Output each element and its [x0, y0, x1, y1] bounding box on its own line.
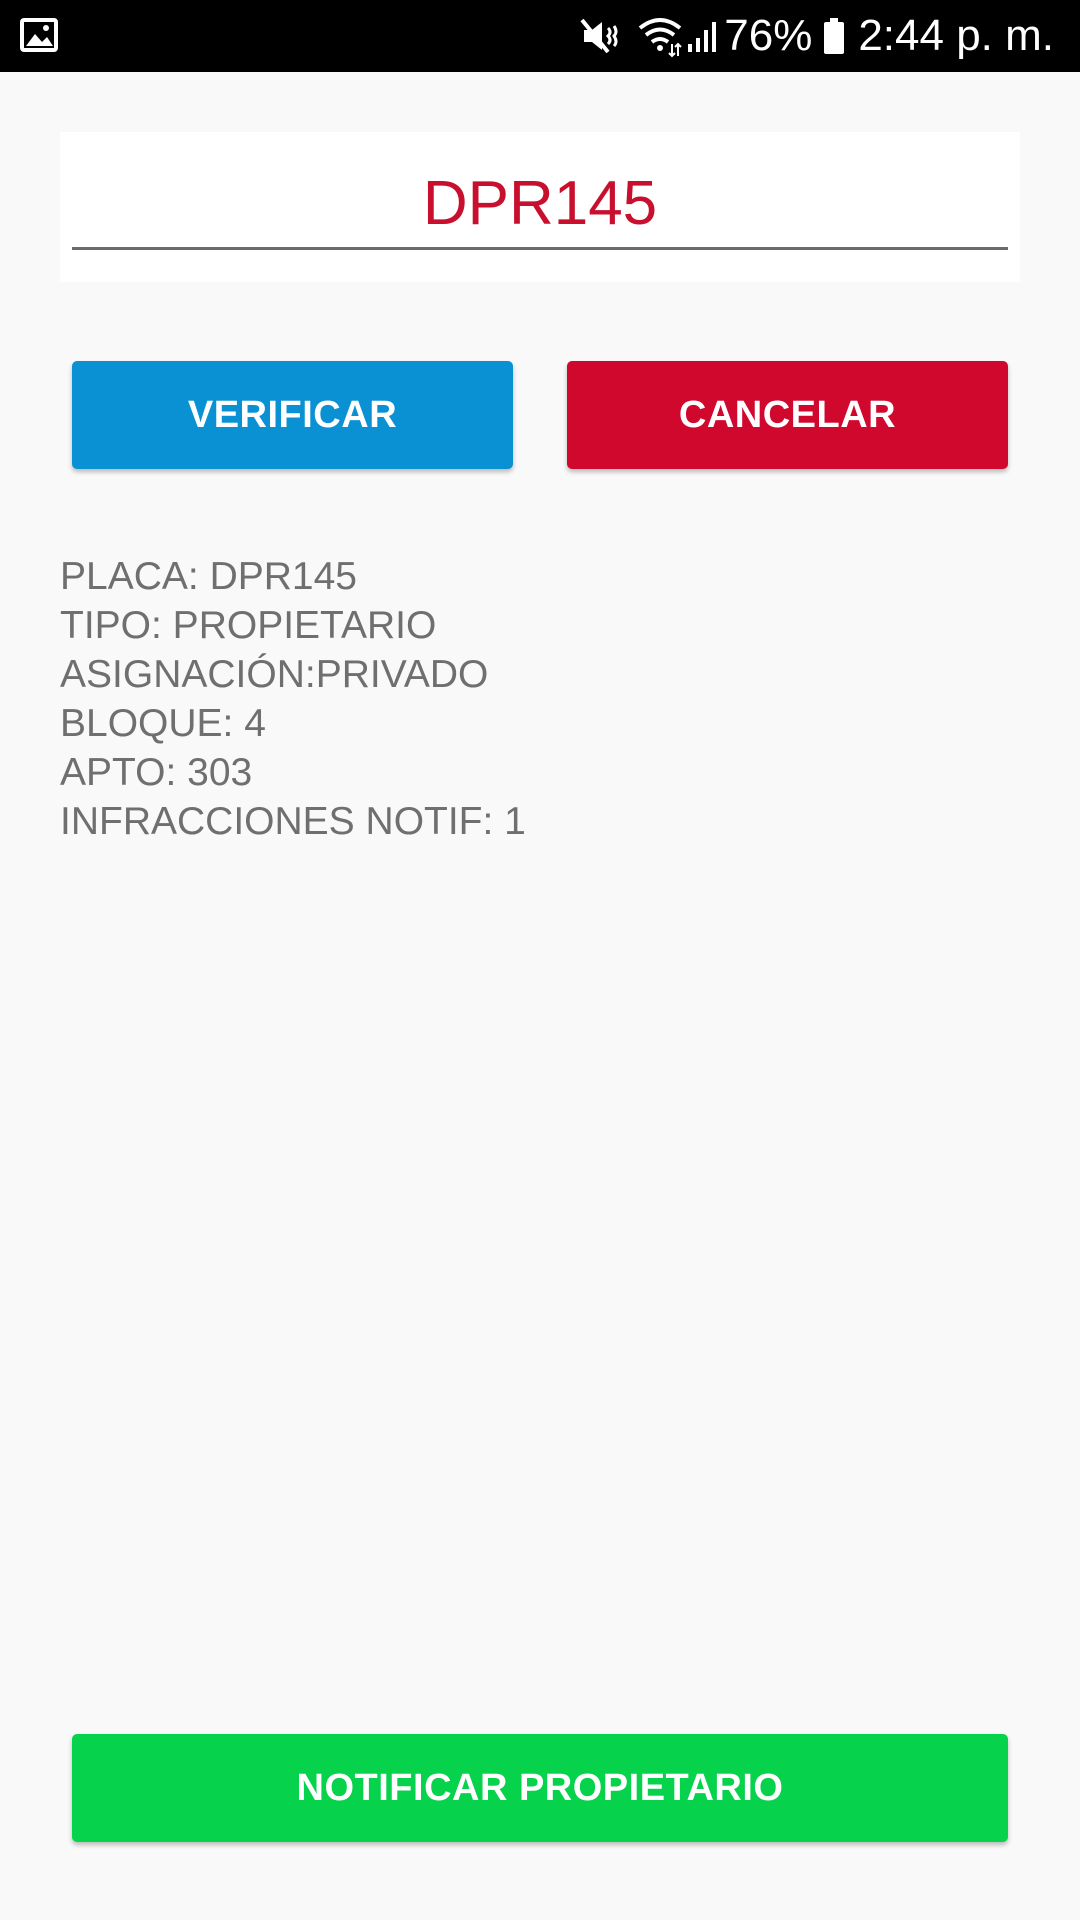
info-infractions: INFRACCIONES NOTIF: 1	[60, 800, 526, 843]
info-apartment: APTO: 303	[60, 751, 253, 794]
battery-percent: 76%	[724, 11, 813, 60]
info-block: BLOQUE: 4	[60, 702, 266, 745]
info-assignment: ASIGNACIÓN:PRIVADO	[60, 653, 489, 696]
status-icons: 76% 2:44 p. m.	[578, 0, 1054, 72]
plate-input[interactable]	[72, 160, 1008, 250]
verify-button[interactable]: VERIFICAR	[72, 361, 513, 469]
info-plate: PLACA: DPR145	[60, 555, 357, 598]
mute-icon	[578, 14, 622, 58]
wifi-icon	[636, 14, 684, 58]
clock: 2:44 p. m.	[858, 11, 1054, 60]
gallery-icon	[20, 16, 58, 54]
plate-card	[60, 132, 1020, 282]
info-type: TIPO: PROPIETARIO	[60, 604, 437, 647]
status-bar: 76% 2:44 p. m.	[0, 0, 1080, 72]
notify-owner-button[interactable]: NOTIFICAR PROPIETARIO	[72, 1734, 1008, 1842]
signal-icon	[684, 14, 724, 58]
vehicle-info: PLACA: DPR145 TIPO: PROPIETARIO ASIGNACI…	[60, 552, 1020, 846]
cancel-button[interactable]: CANCELAR	[567, 361, 1008, 469]
battery-icon	[822, 14, 846, 58]
